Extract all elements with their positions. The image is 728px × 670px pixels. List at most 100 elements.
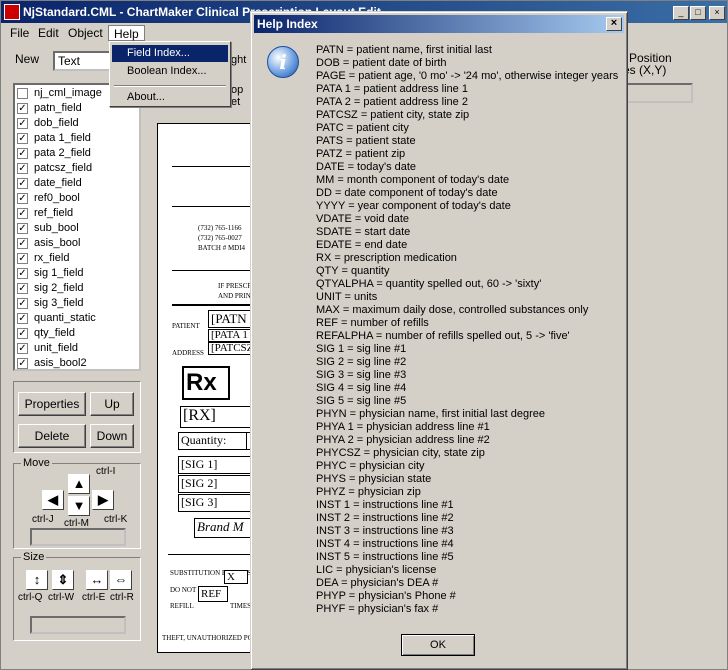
up-button[interactable]: Up — [90, 392, 134, 416]
help-line: PATZ = patient zip — [316, 148, 406, 160]
close-icon[interactable]: × — [709, 6, 725, 20]
help-line: PHYN = physician name, first initial las… — [316, 408, 545, 420]
doc-sig1-field[interactable]: [SIG 1] — [178, 456, 256, 474]
visibility-checkbox[interactable]: ✓ — [17, 118, 28, 129]
visibility-checkbox[interactable]: ✓ — [17, 163, 28, 174]
help-line: PHYF = physician's fax # — [316, 603, 439, 615]
visibility-checkbox[interactable]: ✓ — [17, 358, 28, 369]
field-name: sig 3_field — [34, 297, 84, 309]
down-button[interactable]: Down — [90, 424, 134, 448]
visibility-checkbox[interactable]: ✓ — [17, 103, 28, 114]
field-list-item[interactable]: ✓ dob_field — [17, 116, 137, 131]
doc-sig3-field[interactable]: [SIG 3] — [178, 494, 256, 512]
field-list-item[interactable]: ✓ ref_field — [17, 206, 137, 221]
menu-item-boolean-index[interactable]: Boolean Index... — [112, 63, 228, 80]
field-list[interactable]: nj_cml_image ✓ patn_field ✓ dob_field ✓ pata 1… — [13, 83, 141, 371]
menu-edit[interactable]: Edit — [33, 25, 64, 41]
visibility-checkbox[interactable]: ✓ — [17, 328, 28, 339]
field-list-item[interactable]: ✓ pata 2_field — [17, 146, 137, 161]
size-step-field[interactable] — [30, 616, 126, 634]
help-line: SIG 1 = sig line #1 — [316, 343, 407, 355]
field-list-item[interactable]: ✓ sig 3_field — [17, 296, 137, 311]
grow-height-icon[interactable]: ↕ — [26, 570, 48, 590]
visibility-checkbox[interactable]: ✓ — [17, 208, 28, 219]
field-list-item[interactable]: ✓ patcsz_field — [17, 161, 137, 176]
doc-rx-field[interactable]: [RX] — [180, 406, 256, 428]
help-line: REF = number of refills — [316, 317, 429, 329]
coordinates-field[interactable] — [625, 83, 693, 103]
help-line: PHYC = physician city — [316, 460, 425, 472]
move-left-icon[interactable]: ◀ — [42, 490, 64, 510]
field-list-item[interactable]: ✓ ref0_bool — [17, 191, 137, 206]
field-list-item[interactable]: ✓ date_field — [17, 176, 137, 191]
help-line: SIG 2 = sig line #2 — [316, 356, 407, 368]
visibility-checkbox[interactable]: ✓ — [17, 268, 28, 279]
visibility-checkbox[interactable]: ✓ — [17, 343, 28, 354]
field-list-item[interactable]: ✓ asis_bool2 — [17, 356, 137, 369]
delete-button[interactable]: Delete — [18, 424, 86, 448]
doc-ref-field[interactable]: REF — [198, 586, 228, 602]
help-line: VDATE = void date — [316, 213, 410, 225]
visibility-checkbox[interactable] — [17, 88, 28, 99]
doc-brand-field[interactable]: Brand M — [194, 518, 256, 538]
visibility-checkbox[interactable]: ✓ — [17, 133, 28, 144]
doc-address-label: ADDRESS — [172, 349, 204, 357]
field-list-item[interactable]: ✓ unit_field — [17, 341, 137, 356]
move-up-icon[interactable]: ▲ — [68, 474, 90, 494]
minimize-icon[interactable]: _ — [673, 6, 689, 20]
visibility-checkbox[interactable]: ✓ — [17, 283, 28, 294]
help-line: PHYA 1 = physician address line #1 — [316, 421, 490, 433]
properties-button[interactable]: Properties — [18, 392, 86, 416]
field-name: sig 1_field — [34, 267, 84, 279]
maximize-icon[interactable]: □ — [690, 6, 706, 20]
field-name: patcsz_field — [34, 162, 93, 174]
doc-and-prin: AND PRIN — [218, 292, 251, 300]
move-step-field[interactable] — [30, 528, 126, 546]
help-line: INST 2 = instructions line #2 — [316, 512, 454, 524]
visibility-checkbox[interactable]: ✓ — [17, 238, 28, 249]
move-down-icon[interactable]: ▼ — [68, 496, 90, 516]
field-list-item[interactable]: ✓ sig 2_field — [17, 281, 137, 296]
doc-refill: REFILL — [170, 602, 194, 610]
prescription-preview[interactable]: (732) 765-1166 (732) 765-0027 BATCH # MD… — [157, 123, 257, 653]
field-name: qty_field — [34, 327, 75, 339]
size-group: ↕ ⇕ ↔ ⇔ ctrl-Q ctrl-W ctrl-E ctrl-R — [13, 557, 141, 641]
doc-rule-2 — [172, 206, 256, 207]
ctrl-w-label: ctrl-W — [48, 592, 75, 603]
field-list-item[interactable]: ✓ qty_field — [17, 326, 137, 341]
move-right-icon[interactable]: ▶ — [92, 490, 114, 510]
help-dialog-titlebar[interactable]: Help Index × — [254, 15, 624, 33]
help-line: PATA 2 = patient address line 2 — [316, 96, 468, 108]
help-line: DD = date component of today's date — [316, 187, 498, 199]
visibility-checkbox[interactable]: ✓ — [17, 313, 28, 324]
menu-object[interactable]: Object — [63, 25, 108, 41]
menu-file[interactable]: File — [5, 25, 34, 41]
doc-sig2-field[interactable]: [SIG 2] — [178, 475, 256, 493]
menu-item-field-index[interactable]: Field Index... — [112, 45, 228, 62]
shrink-height-icon[interactable]: ⇕ — [52, 570, 74, 590]
visibility-checkbox[interactable]: ✓ — [17, 298, 28, 309]
visibility-checkbox[interactable]: ✓ — [17, 193, 28, 204]
visibility-checkbox[interactable]: ✓ — [17, 178, 28, 189]
ctrl-i-label: ctrl-I — [96, 466, 116, 477]
doc-quantity-static[interactable]: Quantity: — [178, 432, 248, 450]
doc-sub-bool[interactable]: X — [224, 570, 248, 584]
shrink-width-icon[interactable]: ⇔ — [110, 570, 132, 590]
size-legend: Size — [21, 551, 47, 563]
field-list-item[interactable]: ✓ sub_bool — [17, 221, 137, 236]
field-list-item[interactable]: ✓ pata 1_field — [17, 131, 137, 146]
menu-help[interactable]: Help — [108, 25, 145, 41]
grow-width-icon[interactable]: ↔ — [86, 570, 108, 590]
field-list-item[interactable]: ✓ asis_bool — [17, 236, 137, 251]
field-name: ref_field — [34, 207, 74, 219]
field-list-item[interactable]: ✓ quanti_static — [17, 311, 137, 326]
menu-item-about[interactable]: About... — [112, 89, 228, 106]
visibility-checkbox[interactable]: ✓ — [17, 148, 28, 159]
behind-text-op: op — [231, 84, 244, 96]
visibility-checkbox[interactable]: ✓ — [17, 253, 28, 264]
ok-button[interactable]: OK — [401, 634, 475, 656]
close-icon[interactable]: × — [606, 17, 622, 31]
field-list-item[interactable]: ✓ sig 1_field — [17, 266, 137, 281]
visibility-checkbox[interactable]: ✓ — [17, 223, 28, 234]
field-list-item[interactable]: ✓ rx_field — [17, 251, 137, 266]
